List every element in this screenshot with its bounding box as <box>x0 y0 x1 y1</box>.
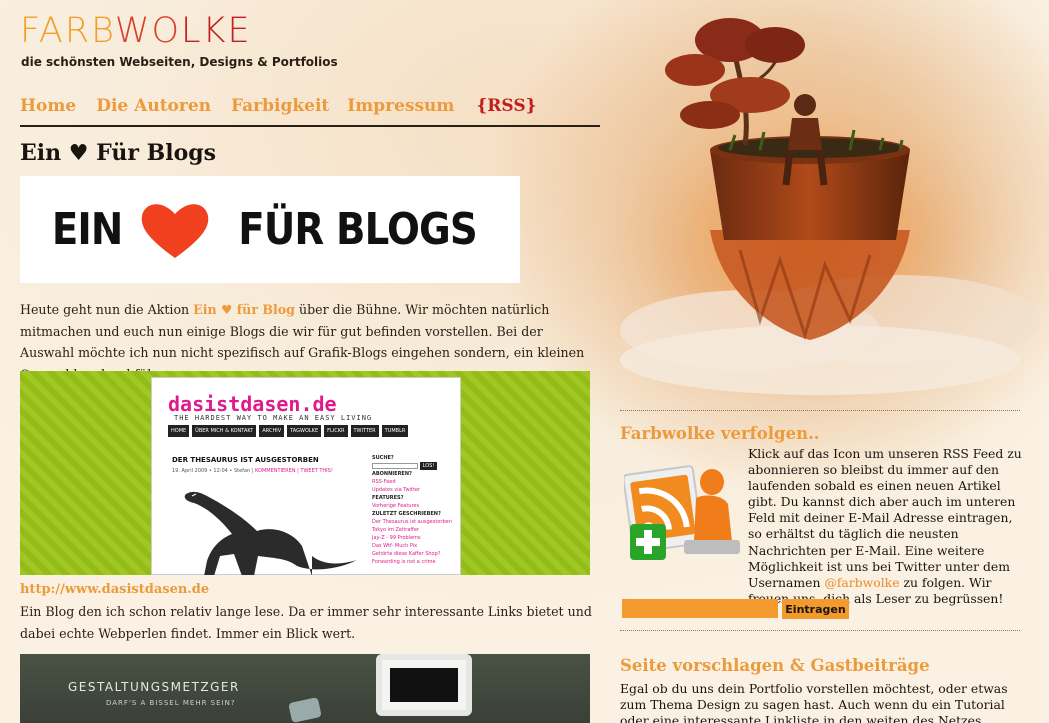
dasistdasen-post-date-text: 19. April 2009 • 12:04 • Stefan | <box>172 468 256 474</box>
gestaltungsmetzger-object <box>288 697 322 723</box>
dasistdasen-menu-item: HOME <box>168 425 190 437</box>
dasistdasen-menu-item: FLICKR <box>324 425 348 437</box>
dasistdasen-recent-link: Der Thesaurus ist ausgestorben <box>372 519 452 525</box>
nav-home[interactable]: Home <box>20 96 76 116</box>
sidebar-divider-middle <box>620 630 1020 631</box>
twitter-link[interactable]: @farbwolke <box>824 575 899 590</box>
dasistdasen-description: Ein Blog den ich schon relativ lange les… <box>20 604 592 641</box>
dasistdasen-recent-link: Gehörte diese Kaffer Shop? <box>372 551 441 557</box>
dasistdasen-subtitle: THE HARDEST WAY TO MAKE AN EASY LIVING <box>174 414 373 422</box>
site-logo[interactable]: FARBWOLKE <box>20 14 252 49</box>
dasistdasen-search-label: SUCHE? <box>372 455 394 461</box>
email-field[interactable] <box>622 599 778 618</box>
dasistdasen-post-date: 19. April 2009 • 12:04 • Stefan | KOMMEN… <box>172 468 333 474</box>
banner-text-right: FÜR BLOGS <box>237 204 478 255</box>
dasistdasen-menu-item: ARCHIV <box>259 425 285 437</box>
dasistdasen-post-title: DER THESAURUS IST AUSGESTORBEN <box>172 456 319 464</box>
dasistdasen-recent-link: Jay-Z - 99 Problems <box>372 535 421 541</box>
heart-icon <box>141 203 208 258</box>
dasistdasen-menu-item: TWITTER <box>350 425 379 437</box>
nav-divider <box>20 125 600 127</box>
dasistdasen-search-box <box>372 462 418 469</box>
suggest-text: Egal ob du uns dein Portfolio vorstellen… <box>620 681 1008 723</box>
main-nav: Home Die Autoren Farbigkeit Impressum {R… <box>20 96 537 116</box>
dasistdasen-screenshot[interactable]: dasistdasen.de THE HARDEST WAY TO MAKE A… <box>20 371 590 575</box>
dasistdasen-recent-link: Forwarding is not a crime <box>372 559 436 565</box>
dasistdasen-menu-item: ÜBER MICH & KONTAKT <box>192 425 257 437</box>
dasistdasen-menu: HOME ÜBER MICH & KONTAKT ARCHIV TAGWOLKE… <box>168 425 409 437</box>
dasistdasen-sidebar: SUCHE? LOS! ABONNIEREN? RSS-Feed Updates… <box>372 454 454 566</box>
dasistdasen-search-button: LOS! <box>419 462 438 470</box>
rss-reader-icon[interactable] <box>624 452 744 570</box>
site-tagline: die schönsten Webseiten, Designs & Portf… <box>21 55 338 69</box>
nav-die-autoren[interactable]: Die Autoren <box>96 96 211 116</box>
blog-banner: EIN FÜR BLOGS <box>20 176 520 283</box>
gestaltungsmetzger-subtitle: DARF'S A BISSEL MEHR SEIN? <box>106 699 236 707</box>
gestaltungsmetzger-screenshot[interactable]: GESTALTUNGSMETZGER DARF'S A BISSEL MEHR … <box>20 654 590 723</box>
page-title[interactable]: Ein ♥ Für Blogs <box>20 140 216 166</box>
nav-impressum[interactable]: Impressum <box>347 96 454 116</box>
gestaltungsmetzger-title: GESTALTUNGSMETZGER <box>68 680 240 694</box>
follow-title: Farbwolke verfolgen.. <box>620 424 820 443</box>
dinosaur-illustration <box>184 491 357 575</box>
laptop-illustration <box>376 654 472 716</box>
sidebar-divider-top <box>620 410 1020 411</box>
dasistdasen-subscribe-link: Updates via Twitter <box>372 487 421 493</box>
logo-part-lke: LKE <box>181 11 252 51</box>
dasistdasen-recent-link: Tokyo im Zeitraffer <box>372 527 419 533</box>
dasistdasen-menu-item: TAGWOLKE <box>287 425 322 437</box>
dasistdasen-search-row: LOS! <box>372 462 454 470</box>
subscribe-button[interactable]: Eintragen <box>782 599 849 619</box>
dasistdasen-features-link: Vorherige Features <box>372 503 420 509</box>
logo-part-wo: WO <box>114 11 182 51</box>
dasistdasen-link[interactable]: http://www.dasistdasen.de <box>20 582 209 597</box>
dasistdasen-title: dasistdasen.de <box>168 392 337 416</box>
banner-text-left: EIN <box>52 204 124 255</box>
dasistdasen-menu-item: TUMBLR <box>381 425 409 437</box>
dasistdasen-recent-label: ZULETZT GESCHRIEBEN? <box>372 511 441 517</box>
dasistdasen-page: dasistdasen.de THE HARDEST WAY TO MAKE A… <box>151 377 461 575</box>
follow-text: Klick auf das Icon um unseren RSS Feed z… <box>748 446 1023 607</box>
tree-pot-illustration <box>600 18 1040 400</box>
follow-text-before: Klick auf das Icon um unseren RSS Feed z… <box>748 446 1022 590</box>
logo-part-farb: FARB <box>20 11 115 51</box>
dasistdasen-features-label: FEATURES? <box>372 495 404 501</box>
nav-rss[interactable]: {RSS} <box>476 96 536 116</box>
nav-farbigkeit[interactable]: Farbigkeit <box>231 96 329 116</box>
dasistdasen-post-meta: KOMMENTIEREN | TWEET THIS! <box>255 468 333 474</box>
suggest-title: Seite vorschlagen & Gastbeiträge <box>620 656 930 675</box>
intro-text-before: Heute geht nun die Aktion <box>20 302 194 317</box>
intro-campaign-link[interactable]: Ein ♥ für Blog <box>193 302 295 317</box>
dasistdasen-subscribe-link: RSS-Feed <box>372 479 396 485</box>
dasistdasen-subscribe-label: ABONNIEREN? <box>372 471 412 477</box>
dasistdasen-recent-link: Das Wtf- Much Pix <box>372 543 418 549</box>
